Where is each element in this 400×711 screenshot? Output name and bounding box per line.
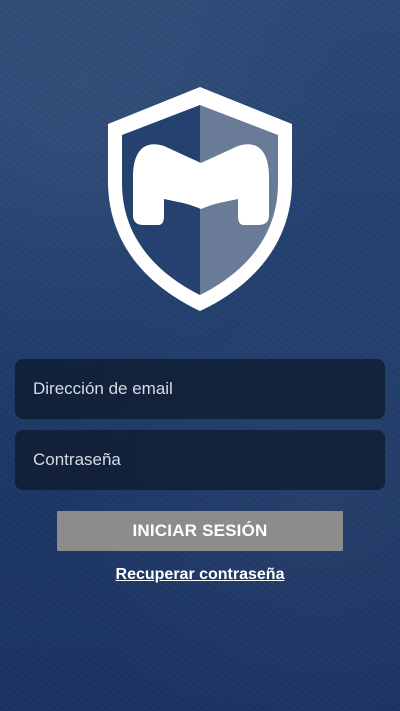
password-input[interactable]	[15, 430, 385, 490]
login-button[interactable]: INICIAR SESIÓN	[57, 511, 343, 551]
shield-m-logo-icon	[108, 87, 292, 311]
recover-password-link[interactable]: Recuperar contraseña	[0, 566, 400, 584]
email-input[interactable]	[15, 359, 385, 419]
